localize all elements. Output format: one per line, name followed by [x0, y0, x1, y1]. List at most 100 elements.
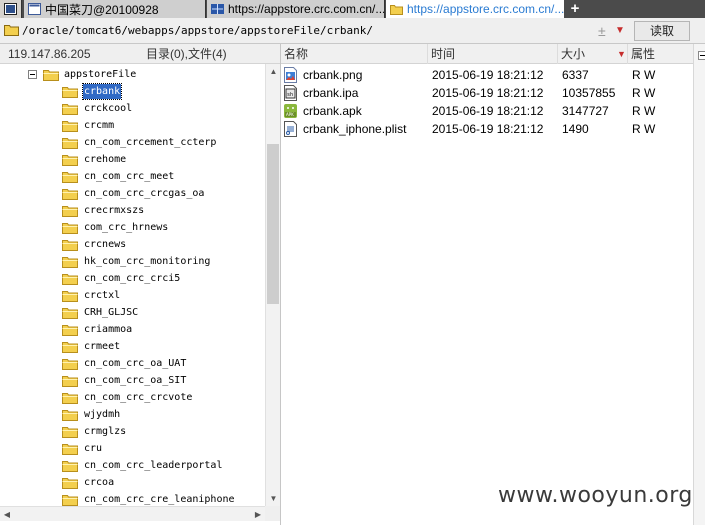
- file-time: 2015-06-19 18:21:12: [432, 86, 544, 100]
- app-window-icon: [28, 3, 41, 15]
- tab-caidao[interactable]: 中国菜刀@20100928: [24, 0, 206, 18]
- tree-item[interactable]: CRH_GLJSC: [0, 304, 265, 321]
- tree-item-label: cn_com_crc_meet: [84, 171, 175, 182]
- image-file-icon: [283, 67, 298, 83]
- tree-item[interactable]: crckcool: [0, 100, 265, 117]
- tree-item-label: criammoa: [84, 324, 133, 335]
- folder-icon: [62, 153, 78, 166]
- tree-item[interactable]: crmeet: [0, 338, 265, 355]
- tree-item[interactable]: cn_com_crc_crci5: [0, 270, 265, 287]
- scrollbar-corner: [265, 506, 280, 521]
- tree-item-label: cn_com_crc_leaderportal: [84, 460, 223, 471]
- file-name: crbank.apk: [303, 104, 362, 118]
- file-name: crbank.ipa: [303, 86, 359, 100]
- host-ip: 119.147.86.205: [8, 47, 91, 61]
- folder-icon: [43, 70, 59, 81]
- column-header-name[interactable]: 名称: [281, 44, 428, 64]
- tree-item-label: crcnews: [84, 239, 127, 250]
- folder-icon: [62, 340, 78, 353]
- tree-item-label: crmeet: [84, 341, 121, 352]
- column-header-attributes[interactable]: 属性: [628, 44, 693, 64]
- tree-item-label: cn_com_crc_oa_SIT: [84, 375, 187, 386]
- tab-appstore-2[interactable]: https://appstore.crc.com.cn/...: [386, 0, 564, 18]
- tree-item[interactable]: com_crc_hrnews: [0, 219, 265, 236]
- scrollbar-thumb[interactable]: [267, 144, 279, 304]
- file-time: 2015-06-19 18:21:12: [432, 122, 544, 136]
- tab-bar: 中国菜刀@20100928 https://appstore.crc.com.c…: [0, 0, 705, 18]
- tree-item[interactable]: crbank: [0, 83, 265, 100]
- column-header-time[interactable]: 时间: [428, 44, 558, 64]
- tree-item[interactable]: crctxl: [0, 287, 265, 304]
- tree-item[interactable]: criammoa: [0, 321, 265, 338]
- folder-icon: [62, 136, 78, 149]
- tree-item[interactable]: cn_com_crc_meet: [0, 168, 265, 185]
- tree-item-label: crcoa: [84, 477, 115, 488]
- tree-item[interactable]: cn_com_crcement_ccterp: [0, 134, 265, 151]
- folder-icon: [62, 170, 78, 183]
- folder-icon: [62, 238, 78, 251]
- file-size: 1490: [562, 122, 589, 136]
- globe-icon: [211, 4, 224, 14]
- folder-icon: [62, 272, 78, 285]
- file-row[interactable]: APK crbank.apk 2015-06-19 18:21:12 3147727 R…: [281, 102, 693, 120]
- tree-item[interactable]: crcnews: [0, 236, 265, 253]
- file-name: crbank.png: [303, 68, 363, 82]
- collapse-icon[interactable]: [698, 51, 705, 60]
- chevron-down-icon[interactable]: ▼: [615, 22, 629, 40]
- new-tab-button[interactable]: +: [566, 0, 584, 18]
- tree-item-label: com_crc_hrnews: [84, 222, 169, 233]
- folder-tree: appstoreFile crbank crckcool crcmm cn_com_c…: [0, 64, 265, 506]
- tree-horizontal-scrollbar[interactable]: ◀ ▶: [0, 506, 265, 521]
- folder-icon: [62, 119, 78, 132]
- scroll-left-arrow-icon[interactable]: ◀: [0, 507, 14, 522]
- file-list-header: 名称 时间 大小 ▼ 属性: [281, 44, 693, 64]
- tab-appstore-1[interactable]: https://appstore.crc.com.cn/...: [207, 0, 385, 18]
- folder-icon: [62, 323, 78, 336]
- address-bar: /oracle/tomcat6/webapps/appstore/appstor…: [0, 18, 705, 44]
- tree-root[interactable]: appstoreFile: [0, 66, 265, 83]
- tree-item[interactable]: cn_com_crc_oa_SIT: [0, 372, 265, 389]
- tree-item[interactable]: crecrmxszs: [0, 202, 265, 219]
- android-apk-icon: APK: [283, 103, 298, 119]
- folder-icon: [62, 391, 78, 404]
- tree-item[interactable]: cn_com_crc_crcgas_oa: [0, 185, 265, 202]
- tree-item-label: crecrmxszs: [84, 205, 145, 216]
- scroll-right-arrow-icon[interactable]: ▶: [251, 507, 265, 522]
- tree-item[interactable]: hk_com_crc_monitoring: [0, 253, 265, 270]
- plus-minus-icon[interactable]: ±: [598, 22, 614, 40]
- tree-item[interactable]: crmglzs: [0, 423, 265, 440]
- file-attributes: R W: [632, 68, 656, 82]
- tree-item[interactable]: crcoa: [0, 474, 265, 491]
- folder-icon: [62, 476, 78, 489]
- tree-item[interactable]: cn_com_crc_cre_leaniphone: [0, 491, 265, 506]
- path-input[interactable]: /oracle/tomcat6/webapps/appstore/appstor…: [22, 22, 510, 40]
- file-row[interactable]: crbank_iphone.plist 2015-06-19 18:21:12 14…: [281, 120, 693, 138]
- directory-summary: 目录(0),文件(4): [146, 47, 227, 61]
- tree-item[interactable]: wjydmh: [0, 406, 265, 423]
- file-size: 6337: [562, 68, 589, 82]
- scroll-up-arrow-icon[interactable]: ▲: [266, 64, 281, 79]
- folder-icon: [62, 102, 78, 115]
- read-button[interactable]: 读取: [634, 21, 690, 41]
- sort-descending-icon: ▼: [617, 49, 626, 59]
- folder-icon: [62, 204, 78, 217]
- tree-item[interactable]: crcmm: [0, 117, 265, 134]
- collapse-icon[interactable]: [28, 70, 37, 79]
- side-panel-strip: [693, 44, 705, 525]
- file-size: 10357855: [562, 86, 616, 100]
- tree-item[interactable]: cn_com_crc_leaderportal: [0, 457, 265, 474]
- file-row[interactable]: crbank.png 2015-06-19 18:21:12 6337 R W: [281, 66, 693, 84]
- file-time: 2015-06-19 18:21:12: [432, 68, 544, 82]
- tree-vertical-scrollbar[interactable]: ▲ ▼: [265, 64, 280, 506]
- folder-icon: [62, 459, 78, 472]
- tree-item[interactable]: cn_com_crc_crcvote: [0, 389, 265, 406]
- tree-root-label: appstoreFile: [64, 69, 137, 80]
- tree-item[interactable]: cn_com_crc_oa_UAT: [0, 355, 265, 372]
- file-row[interactable]: sh crbank.ipa 2015-06-19 18:21:12 10357855 R…: [281, 84, 693, 102]
- tree-item[interactable]: cru: [0, 440, 265, 457]
- tree-item-label: crbank: [81, 83, 123, 100]
- scroll-down-arrow-icon[interactable]: ▼: [266, 491, 281, 506]
- watermark: www.wooyun.org: [498, 483, 693, 508]
- tab-app-window[interactable]: [0, 0, 22, 18]
- tree-item[interactable]: crehome: [0, 151, 265, 168]
